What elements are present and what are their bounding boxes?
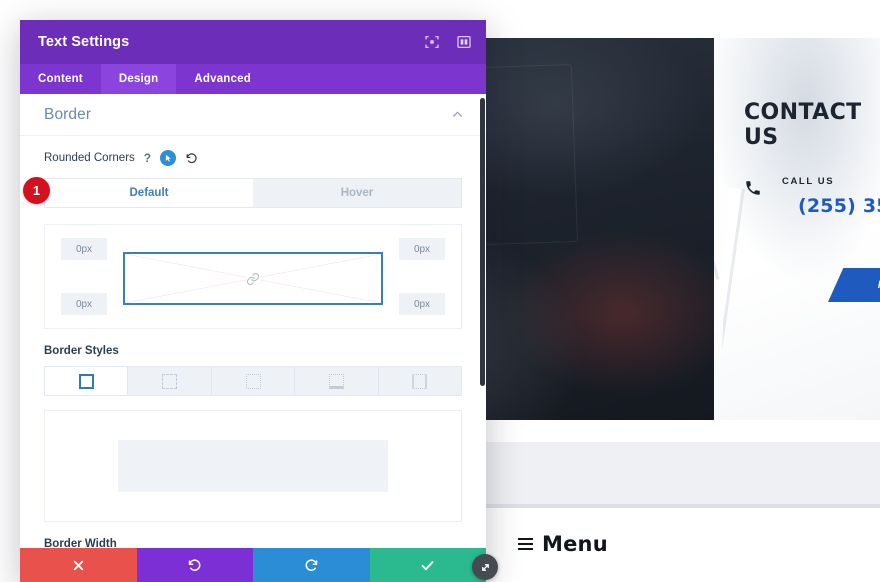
site-menu-label: Menu (542, 532, 608, 556)
text-settings-modal: Text Settings Content Design Advanced Bo… (20, 20, 486, 582)
modal-header-actions (424, 34, 472, 50)
dashed-border-icon (162, 373, 178, 389)
tab-content[interactable]: Content (20, 64, 101, 94)
cancel-button[interactable] (20, 548, 137, 582)
state-tab-hover[interactable]: Hover (253, 179, 461, 207)
tab-design[interactable]: Design (100, 64, 177, 94)
double-border-icon (328, 373, 344, 389)
message-button[interactable]: MESSAGE (828, 268, 880, 302)
phone-number[interactable]: (255) 352-6256 (798, 195, 880, 217)
state-tab-default[interactable]: Default (45, 179, 253, 207)
corner-input-bottom-right[interactable]: 0px (399, 293, 445, 315)
cursor-icon[interactable] (160, 150, 177, 166)
modal-body: Border Rounded Corners ? 1 Default Hover… (20, 94, 486, 548)
call-us-block: CALL US (255) 352-6256 (782, 176, 880, 217)
resize-icon (481, 563, 489, 571)
modal-tabs: Content Design Advanced (20, 64, 486, 94)
question-mark-icon[interactable]: ? (144, 151, 151, 165)
step-badge-1: 1 (23, 177, 50, 204)
border-width-label: Border Width (44, 538, 117, 548)
dotted-border-icon (245, 373, 261, 389)
chevron-up-icon[interactable] (451, 108, 464, 121)
contact-content: CONTACT US CALL US (255) 352-6256 MESSAG… (744, 100, 880, 302)
resize-handle[interactable] (472, 554, 498, 580)
site-menu-toggle[interactable]: Menu (518, 532, 608, 556)
hamburger-icon (518, 538, 533, 550)
undo-button[interactable] (136, 548, 253, 582)
border-preview-swatch (118, 440, 388, 492)
style-dotted[interactable] (212, 367, 296, 395)
expand-icon[interactable] (424, 34, 440, 50)
corner-input-top-left[interactable]: 0px (61, 238, 107, 260)
chain-link-icon[interactable] (246, 271, 260, 286)
phone-icon (744, 179, 762, 197)
rounded-corners-label-row: Rounded Corners ? (20, 136, 486, 166)
style-solid[interactable] (45, 367, 129, 395)
rounded-corners-label: Rounded Corners (44, 152, 135, 164)
border-styles-group (44, 366, 462, 396)
corner-preview-rect (123, 252, 383, 305)
rounded-corners-control: 0px 0px 0px 0px (44, 224, 462, 329)
close-icon (73, 560, 83, 570)
style-groove[interactable] (379, 367, 461, 395)
save-button[interactable] (369, 548, 486, 582)
solid-border-icon (78, 373, 94, 389)
modal-footer (20, 548, 486, 582)
style-double[interactable] (295, 367, 379, 395)
site-gap (485, 420, 880, 442)
call-us-label: CALL US (782, 176, 835, 187)
modal-title: Text Settings (38, 34, 130, 50)
groove-border-icon (412, 373, 428, 389)
border-section-header[interactable]: Border (20, 94, 486, 136)
redo-button[interactable] (253, 548, 370, 582)
tab-advanced[interactable]: Advanced (176, 64, 269, 94)
contact-panel: CONTACT US CALL US (255) 352-6256 MESSAG… (714, 38, 880, 420)
reset-icon[interactable] (185, 152, 198, 165)
screen: APPOINTMENT iatis unde omnis iste natus … (0, 0, 880, 582)
layout-icon[interactable] (456, 34, 472, 50)
corner-input-bottom-left[interactable]: 0px (61, 293, 107, 315)
redo-icon (305, 558, 317, 571)
contact-title: CONTACT US (744, 100, 862, 150)
undo-icon (189, 558, 201, 571)
corner-state-tabs: 1 Default Hover (23, 177, 462, 208)
site-band (485, 442, 880, 504)
corner-input-top-right[interactable]: 0px (399, 238, 445, 260)
check-icon (421, 560, 434, 570)
modal-header[interactable]: Text Settings (20, 20, 486, 64)
border-styles-label: Border Styles (44, 345, 119, 357)
border-section-title: Border (44, 105, 92, 123)
call-us-row: CALL US (255) 352-6256 (744, 176, 880, 217)
modal-scrollbar[interactable] (480, 98, 485, 386)
border-preview-box (44, 410, 462, 522)
style-dashed[interactable] (128, 367, 212, 395)
